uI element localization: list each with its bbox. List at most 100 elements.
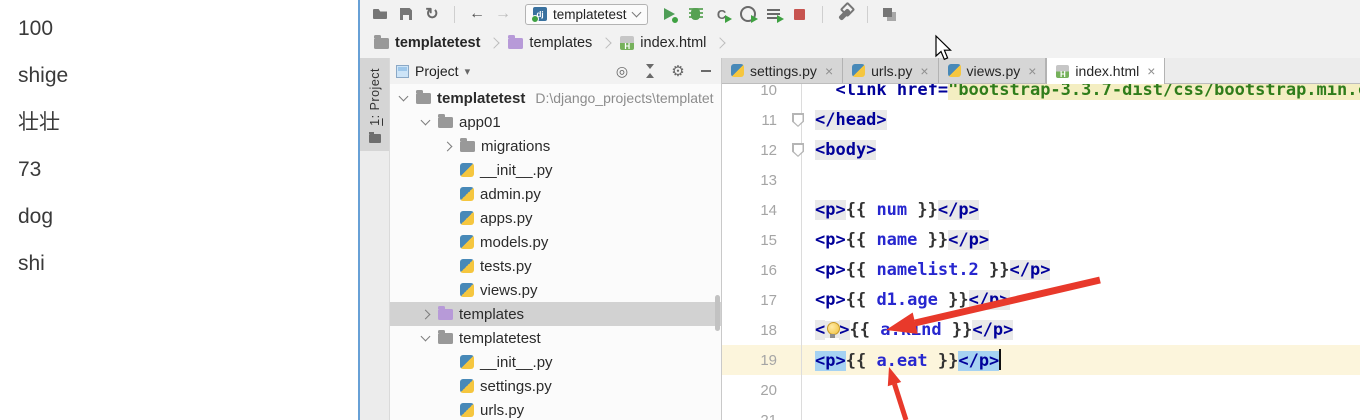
- code-token: <: [815, 320, 826, 340]
- code-line[interactable]: 21: [722, 405, 1360, 420]
- tree-row[interactable]: migrations: [390, 134, 721, 158]
- code-line[interactable]: 14 <p>{{ num }}</p>: [722, 195, 1360, 225]
- sync-icon[interactable]: [422, 4, 442, 24]
- code-token: a.eat: [876, 351, 928, 371]
- forward-icon[interactable]: [493, 4, 513, 24]
- code-token: </p>: [1009, 260, 1051, 280]
- hide-icon[interactable]: [697, 62, 715, 80]
- fold-marker-icon[interactable]: [792, 113, 804, 127]
- tree-row[interactable]: templatetest: [390, 326, 721, 350]
- code-token: </p>: [937, 200, 979, 220]
- project-panel-title[interactable]: Project: [415, 63, 459, 79]
- toolbar: dj templatetest: [360, 0, 1360, 28]
- collapse-all-icon[interactable]: [641, 62, 659, 80]
- coverage-icon[interactable]: [712, 4, 732, 24]
- breadcrumb-label: templatetest: [395, 35, 481, 51]
- toolbar-separator: [454, 5, 455, 23]
- chevron-down-icon[interactable]: [418, 331, 432, 342]
- tab-close-icon[interactable]: ×: [1028, 63, 1036, 79]
- code-line[interactable]: 18 < >{{ a.kind }}</p>: [722, 315, 1360, 345]
- folder-gray-icon: [374, 34, 389, 49]
- tab-close-icon[interactable]: ×: [1147, 63, 1155, 79]
- chevron-down-icon[interactable]: [396, 91, 410, 102]
- fold-marker-icon[interactable]: [792, 143, 804, 157]
- chevron-down-icon[interactable]: [418, 115, 432, 126]
- debug-icon[interactable]: [686, 4, 706, 24]
- tab-views.py[interactable]: views.py ×: [938, 58, 1047, 83]
- tree-row[interactable]: __init__.py: [390, 350, 721, 374]
- wrench-icon[interactable]: [835, 4, 855, 24]
- tree-row[interactable]: apps.py: [390, 206, 721, 230]
- code-line[interactable]: 17 <p>{{ d1.age }}</p>: [722, 285, 1360, 315]
- toolbar-left-group: [370, 4, 513, 24]
- code-token: }}: [937, 290, 969, 310]
- tab-close-icon[interactable]: ×: [920, 63, 928, 79]
- tree-row[interactable]: views.py: [390, 278, 721, 302]
- run-icon[interactable]: [660, 4, 680, 24]
- tree-item-label: app01: [459, 113, 501, 131]
- code-token: <p>: [815, 200, 846, 220]
- back-icon[interactable]: [467, 4, 487, 24]
- code-line[interactable]: 11 </head>: [722, 105, 1360, 135]
- tree-row[interactable]: settings.py: [390, 374, 721, 398]
- code-line[interactable]: 12 <body>: [722, 135, 1360, 165]
- tree-row[interactable]: tests.py: [390, 254, 721, 278]
- tree-row[interactable]: templatetest D:\django_projects\templatet: [390, 86, 721, 110]
- code-token: >: [839, 320, 850, 340]
- breadcrumb-item[interactable]: templatetest: [370, 33, 484, 53]
- save-all-icon[interactable]: [880, 4, 900, 24]
- tab-label: urls.py: [871, 62, 913, 79]
- tree-row[interactable]: templates: [390, 302, 721, 326]
- code-line[interactable]: 16 <p>{{ namelist.2 }}</p>: [722, 255, 1360, 285]
- gutter-line-number: 13: [722, 165, 802, 195]
- profiler-icon[interactable]: [738, 4, 758, 24]
- project-scrollbar-thumb[interactable]: [715, 295, 720, 331]
- chevron-right-icon[interactable]: [440, 141, 454, 151]
- tab-urls.py[interactable]: urls.py ×: [843, 58, 939, 83]
- tab-close-icon[interactable]: ×: [825, 63, 833, 79]
- tree-row[interactable]: models.py: [390, 230, 721, 254]
- text-caret: [999, 349, 1002, 370]
- code-token: }}: [978, 260, 1010, 280]
- python-file-icon: [460, 259, 474, 273]
- code-line[interactable]: 15 <p>{{ name }}</p>: [722, 225, 1360, 255]
- tab-index.html[interactable]: index.html ×: [1046, 58, 1166, 84]
- tree-row[interactable]: __init__.py: [390, 158, 721, 182]
- code-line[interactable]: 19 <p>{{ a.eat }}</p>: [722, 345, 1360, 375]
- code-token: <p>: [815, 351, 846, 371]
- code-area[interactable]: 10 <link href="bootstrap-3.3.7-dist/css/…: [722, 84, 1360, 420]
- tree-item-label: urls.py: [480, 401, 525, 419]
- run-with-icon[interactable]: [764, 4, 784, 24]
- tree-row[interactable]: admin.py: [390, 182, 721, 206]
- settings-icon[interactable]: [669, 62, 687, 80]
- save-icon[interactable]: [396, 4, 416, 24]
- code-line[interactable]: 10 <link href="bootstrap-3.3.7-dist/css/…: [722, 84, 1360, 105]
- tree-item-label: migrations: [481, 137, 551, 155]
- project-panel-header: Project ▾: [390, 58, 721, 84]
- tree-row[interactable]: app01: [390, 110, 721, 134]
- breadcrumb-item[interactable]: index.html: [616, 33, 710, 53]
- breadcrumb-item[interactable]: templates: [504, 33, 596, 53]
- project-header-icons: [613, 62, 715, 80]
- code-line[interactable]: 13: [722, 165, 1360, 195]
- code-text: < >{{ a.kind }}</p>: [802, 320, 1014, 340]
- locate-icon[interactable]: [613, 62, 631, 80]
- stop-icon[interactable]: [790, 4, 810, 24]
- python-file-icon: [460, 355, 474, 369]
- tree-row[interactable]: urls.py: [390, 398, 721, 420]
- run-config-selector[interactable]: dj templatetest: [525, 3, 648, 25]
- python-file-icon: [460, 235, 474, 249]
- code-token: {{: [845, 290, 877, 310]
- open-project-icon[interactable]: [370, 4, 390, 24]
- tab-settings.py[interactable]: settings.py ×: [722, 58, 844, 83]
- code-line[interactable]: 20: [722, 375, 1360, 405]
- stripe-button-project[interactable]: 1: Project: [360, 58, 389, 151]
- chevron-down-icon: ▾: [464, 65, 471, 78]
- chevron-right-icon[interactable]: [418, 309, 432, 319]
- intention-bulb-icon[interactable]: [825, 321, 840, 338]
- code-token: }}: [941, 320, 973, 340]
- code-token: {{: [845, 230, 877, 250]
- gutter-line-number: 14: [722, 195, 802, 225]
- gutter-line-number: 16: [722, 255, 802, 285]
